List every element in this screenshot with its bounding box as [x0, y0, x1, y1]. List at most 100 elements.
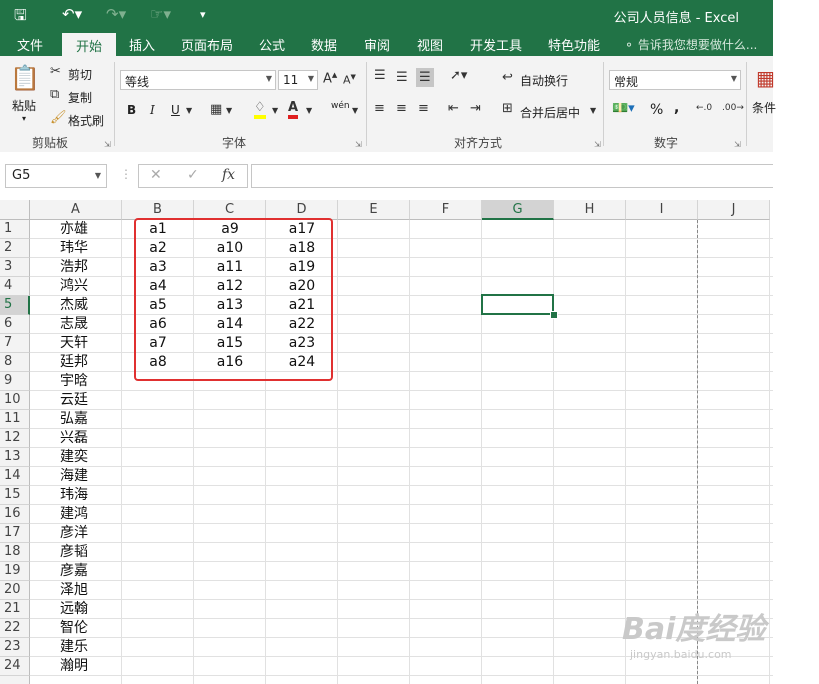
increase-indent-icon[interactable]: ⇥	[470, 101, 481, 116]
comma-button[interactable]: ,	[674, 100, 679, 116]
cut-button[interactable]: 剪切	[68, 66, 92, 83]
tab-view[interactable]: 视图	[417, 35, 443, 54]
row-header[interactable]: 11	[0, 410, 30, 429]
column-header-a[interactable]: A	[30, 200, 122, 220]
paste-icon[interactable]: 📋	[10, 64, 40, 92]
cell-name[interactable]: 亦雄	[30, 220, 118, 239]
tab-home[interactable]: 开始	[62, 33, 117, 56]
cell-name[interactable]: 瀚明	[30, 657, 118, 676]
insert-function-button[interactable]: fx	[222, 167, 235, 183]
row-header[interactable]: 3	[0, 258, 30, 277]
cell-name[interactable]: 廷邦	[30, 353, 118, 372]
decrease-decimal-icon[interactable]: .00→	[722, 103, 744, 113]
number-format-select[interactable]: 常规 ▼	[609, 70, 741, 90]
fill-color-icon[interactable]: ♢	[254, 100, 266, 119]
redo-icon[interactable]: ↷▾	[106, 5, 126, 23]
row-header[interactable]: 4	[0, 277, 30, 296]
percent-button[interactable]: %	[650, 102, 663, 118]
conditional-formatting-icon[interactable]: ▦	[756, 66, 775, 90]
wrap-text-button[interactable]: 自动换行	[520, 72, 568, 89]
row-header[interactable]: 1	[0, 220, 30, 239]
cell-name[interactable]: 海建	[30, 467, 118, 486]
tab-insert[interactable]: 插入	[129, 35, 155, 54]
dialog-launcher-icon[interactable]: ⇲	[355, 140, 362, 149]
chevron-down-icon[interactable]: ▼	[306, 106, 312, 115]
bold-button[interactable]: B	[127, 103, 136, 117]
chevron-down-icon[interactable]: ▼	[186, 106, 192, 115]
font-name-select[interactable]: 等线 ▼	[120, 70, 276, 90]
row-header[interactable]: 18	[0, 543, 30, 562]
cell-name[interactable]: 志晟	[30, 315, 118, 334]
dialog-launcher-icon[interactable]: ⇲	[734, 140, 741, 149]
row-header[interactable]: 14	[0, 467, 30, 486]
formula-input[interactable]	[251, 164, 773, 188]
tab-features[interactable]: 特色功能	[548, 35, 600, 54]
align-top-icon[interactable]: ☰	[374, 68, 386, 83]
customize-qat-icon[interactable]: ▾	[200, 8, 206, 21]
cancel-icon[interactable]: ✕	[150, 167, 162, 183]
cell-name[interactable]: 弘嘉	[30, 410, 118, 429]
align-left-icon[interactable]: ≡	[374, 101, 385, 116]
column-header-c[interactable]: C	[194, 200, 266, 220]
cell-name[interactable]: 建奕	[30, 448, 118, 467]
cell-name[interactable]: 浩邦	[30, 258, 118, 277]
italic-button[interactable]: I	[150, 103, 155, 117]
row-header[interactable]: 21	[0, 600, 30, 619]
touch-mode-icon[interactable]: ☞▾	[150, 5, 171, 23]
chevron-down-icon[interactable]: ▼	[590, 106, 596, 115]
row-header[interactable]: 20	[0, 581, 30, 600]
conditional-formatting-button[interactable]: 条件	[752, 99, 776, 116]
cell-name[interactable]: 玮海	[30, 486, 118, 505]
row-header[interactable]	[0, 676, 30, 684]
chevron-down-icon[interactable]: ▼	[352, 106, 358, 115]
column-header-i[interactable]: I	[626, 200, 698, 220]
align-bottom-icon[interactable]: ☰	[416, 68, 434, 87]
tab-review[interactable]: 审阅	[364, 35, 390, 54]
chevron-down-icon[interactable]: ▼	[272, 106, 278, 115]
row-header[interactable]: 22	[0, 619, 30, 638]
row-header[interactable]: 8	[0, 353, 30, 372]
cell-name[interactable]: 建乐	[30, 638, 118, 657]
column-header-d[interactable]: D	[266, 200, 338, 220]
row-header[interactable]: 2	[0, 239, 30, 258]
row-header[interactable]: 23	[0, 638, 30, 657]
chevron-down-icon[interactable]: ▼	[226, 106, 232, 115]
column-header-e[interactable]: E	[338, 200, 410, 220]
undo-icon[interactable]: ↶▾	[62, 5, 82, 23]
select-all-corner[interactable]	[0, 200, 30, 220]
decrease-font-icon[interactable]: A▼	[343, 73, 356, 87]
row-header[interactable]: 17	[0, 524, 30, 543]
align-center-icon[interactable]: ≡	[396, 101, 407, 116]
accounting-format-icon[interactable]: 💵▾	[612, 101, 635, 116]
cell-name[interactable]: 建鸿	[30, 505, 118, 524]
column-header-g[interactable]: G	[482, 200, 554, 220]
decrease-indent-icon[interactable]: ⇤	[448, 101, 459, 116]
column-header-b[interactable]: B	[122, 200, 194, 220]
cell-name[interactable]: 杰威	[30, 296, 118, 315]
cell-name[interactable]: 天轩	[30, 334, 118, 353]
tab-file[interactable]: 文件	[17, 35, 43, 54]
format-painter-button[interactable]: 格式刷	[68, 112, 104, 129]
paste-dropdown-icon[interactable]: ▾	[22, 114, 26, 123]
fill-handle[interactable]	[550, 311, 558, 319]
merge-center-button[interactable]: 合并后居中	[520, 104, 580, 121]
tab-page-layout[interactable]: 页面布局	[181, 35, 233, 54]
cell-name[interactable]: 兴磊	[30, 429, 118, 448]
copy-button[interactable]: 复制	[68, 89, 92, 106]
cell-name[interactable]: 云廷	[30, 391, 118, 410]
cell-name[interactable]: 远翰	[30, 600, 118, 619]
cell-name[interactable]: 泽旭	[30, 581, 118, 600]
paste-button[interactable]: 粘贴	[12, 97, 36, 114]
row-header[interactable]: 9	[0, 372, 30, 391]
phonetic-guide-button[interactable]: wén	[331, 101, 350, 111]
row-header[interactable]: 5	[0, 296, 30, 315]
row-header[interactable]: 10	[0, 391, 30, 410]
row-header[interactable]: 19	[0, 562, 30, 581]
row-header[interactable]: 6	[0, 315, 30, 334]
active-cell-selection[interactable]	[481, 294, 554, 315]
cell-name[interactable]: 彦韬	[30, 543, 118, 562]
increase-font-icon[interactable]: A▲	[323, 71, 337, 86]
row-header[interactable]: 7	[0, 334, 30, 353]
tell-me-search[interactable]: ⚬ 告诉我您想要做什么...	[624, 36, 757, 53]
dialog-launcher-icon[interactable]: ⇲	[104, 140, 111, 149]
